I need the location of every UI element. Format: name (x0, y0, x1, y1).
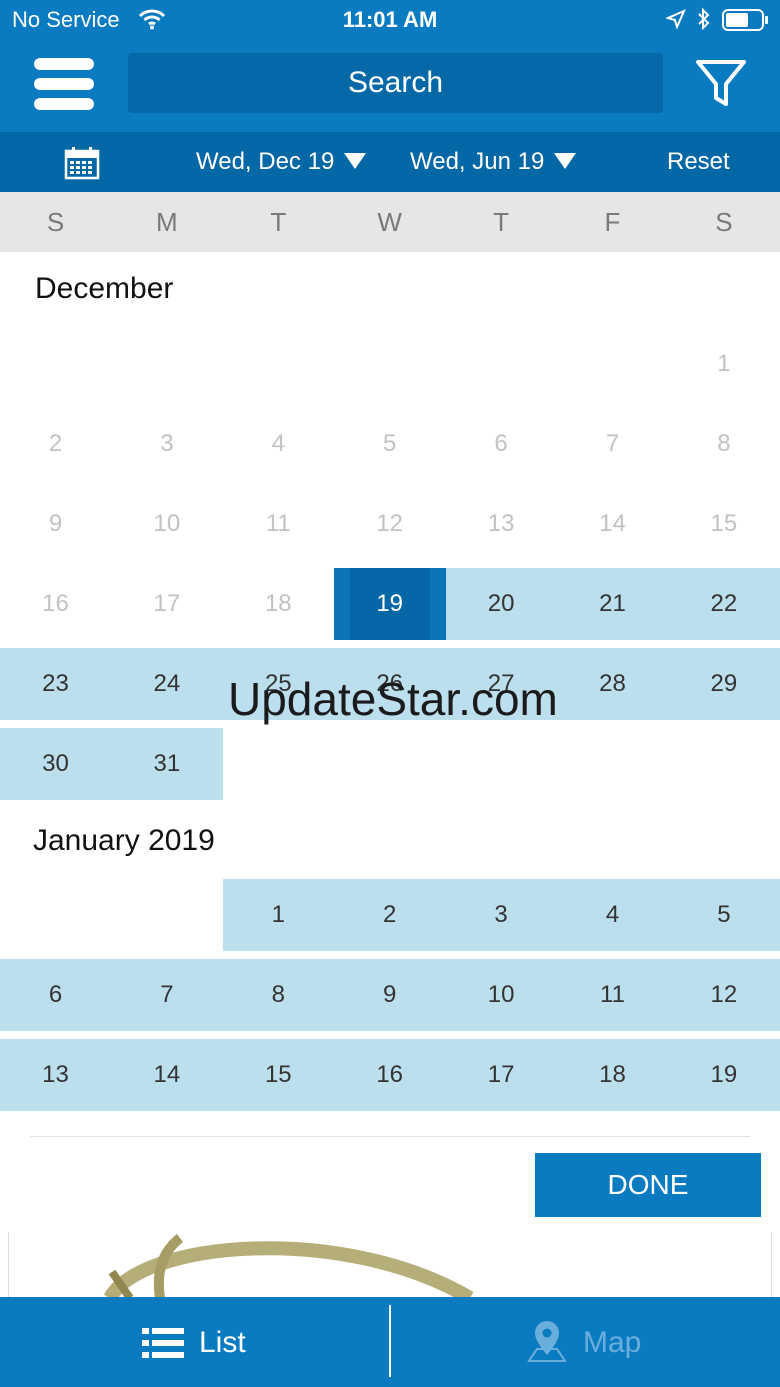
calendar-day: 13 (487, 510, 515, 537)
calendar-day[interactable]: 22 (668, 590, 779, 618)
calendar-day[interactable]: 13 (0, 1061, 111, 1089)
end-date-dropdown[interactable]: Wed, Jun 19 (410, 148, 577, 176)
caret-down-icon (344, 152, 367, 169)
app-root: No Service 11:01 AM Search Wed, Dec 19 W… (0, 0, 780, 1387)
calendar-day[interactable]: 14 (111, 1061, 222, 1089)
clock-time: 11:01 AM (342, 7, 438, 32)
calendar-day: 3 (160, 430, 174, 457)
start-date-label: Wed, Dec 19 (196, 148, 335, 175)
calendar-day[interactable]: 8 (223, 981, 334, 1009)
weekday-label: T (493, 207, 510, 237)
tab-list-label: List (199, 1326, 246, 1359)
tab-bar: List Map (0, 1297, 780, 1387)
done-button[interactable]: DONE (535, 1153, 761, 1217)
calendar-icon[interactable] (64, 146, 100, 185)
tab-map[interactable]: Map (391, 1297, 780, 1387)
tab-map-label: Map (583, 1326, 642, 1359)
calendar-day: 16 (42, 590, 69, 617)
calendar-day[interactable]: 30 (0, 750, 111, 778)
calendar-day: 7 (605, 430, 620, 457)
nav-bar: Search (0, 40, 780, 132)
calendar-day[interactable]: 23 (0, 670, 111, 698)
list-icon (142, 1328, 184, 1363)
calendar-day[interactable]: 21 (557, 590, 668, 618)
calendar-day: 18 (264, 590, 292, 617)
calendar-day: 8 (717, 430, 731, 457)
calendar-day[interactable]: 24 (111, 670, 222, 698)
calendar-day[interactable]: 6 (0, 981, 111, 1009)
calendar-day[interactable]: 28 (557, 670, 668, 698)
calendar-day: 5 (383, 430, 397, 457)
location-arrow-icon (665, 9, 686, 34)
calendar-day[interactable]: 12 (668, 981, 779, 1009)
calendar-day[interactable]: 11 (557, 981, 668, 1009)
search-input[interactable]: Search (128, 53, 663, 113)
calendar-day[interactable]: 4 (557, 901, 668, 929)
hamburger-menu-icon[interactable] (34, 56, 94, 112)
calendar-day[interactable]: 19 (668, 1061, 779, 1089)
calendar-day: 14 (599, 510, 626, 537)
battery-icon (722, 9, 770, 36)
weekday-label: S (46, 207, 65, 237)
calendar-day: 12 (376, 510, 404, 537)
calendar-day[interactable]: 10 (446, 981, 557, 1009)
emblem-logo-icon (100, 1232, 480, 1305)
weekday-label: S (715, 207, 733, 237)
calendar-day[interactable]: 29 (668, 670, 779, 698)
month-title: December (35, 272, 174, 305)
divider (30, 1136, 750, 1137)
weekday-label: T (270, 207, 287, 237)
calendar-day[interactable]: 20 (446, 590, 557, 618)
calendar-day[interactable]: 18 (557, 1061, 668, 1089)
start-date-dropdown[interactable]: Wed, Dec 19 (196, 148, 367, 176)
caret-down-icon (554, 152, 577, 169)
filter-funnel-icon[interactable] (694, 58, 748, 112)
date-range-bar: Wed, Dec 19 Wed, Jun 19 Reset (0, 132, 780, 192)
bluetooth-icon (696, 7, 712, 36)
calendar-day: 6 (494, 430, 508, 457)
calendar-day: 2 (48, 430, 63, 457)
calendar-day[interactable]: 17 (446, 1061, 557, 1089)
tab-list[interactable]: List (0, 1297, 389, 1387)
calendar-day: 17 (153, 590, 181, 617)
weekday-header: SMTWTFS (0, 192, 780, 252)
calendar-day: 9 (48, 510, 63, 537)
calendar-day: 11 (265, 510, 291, 537)
status-bar: No Service 11:01 AM (0, 0, 780, 40)
calendar-day[interactable]: 3 (446, 901, 557, 929)
reset-button[interactable]: Reset (667, 148, 730, 176)
watermark-text: UpdateStar.com (228, 673, 558, 725)
weekday-label: F (604, 207, 621, 237)
calendar-day[interactable]: 5 (668, 901, 779, 929)
calendar-day[interactable]: 1 (223, 901, 334, 929)
calendar-day[interactable]: 2 (334, 901, 445, 929)
weekday-label: W (377, 207, 402, 237)
calendar-day[interactable]: 15 (223, 1061, 334, 1089)
calendar-day[interactable]: 31 (111, 750, 222, 778)
calendar-day[interactable]: 16 (334, 1061, 445, 1089)
calendar-day: 10 (153, 510, 181, 537)
calendar-day: 1 (717, 350, 731, 377)
calendar-day: 4 (271, 430, 285, 457)
calendar-day[interactable]: 7 (111, 981, 222, 1009)
calendar-day-selected[interactable]: 19 (334, 590, 445, 618)
calendar-day: 15 (710, 510, 738, 537)
map-pin-icon (527, 1321, 567, 1368)
calendar-day[interactable]: 9 (334, 981, 445, 1009)
end-date-label: Wed, Jun 19 (410, 148, 545, 175)
month-title: January 2019 (33, 824, 215, 857)
weekday-label: M (156, 207, 178, 237)
